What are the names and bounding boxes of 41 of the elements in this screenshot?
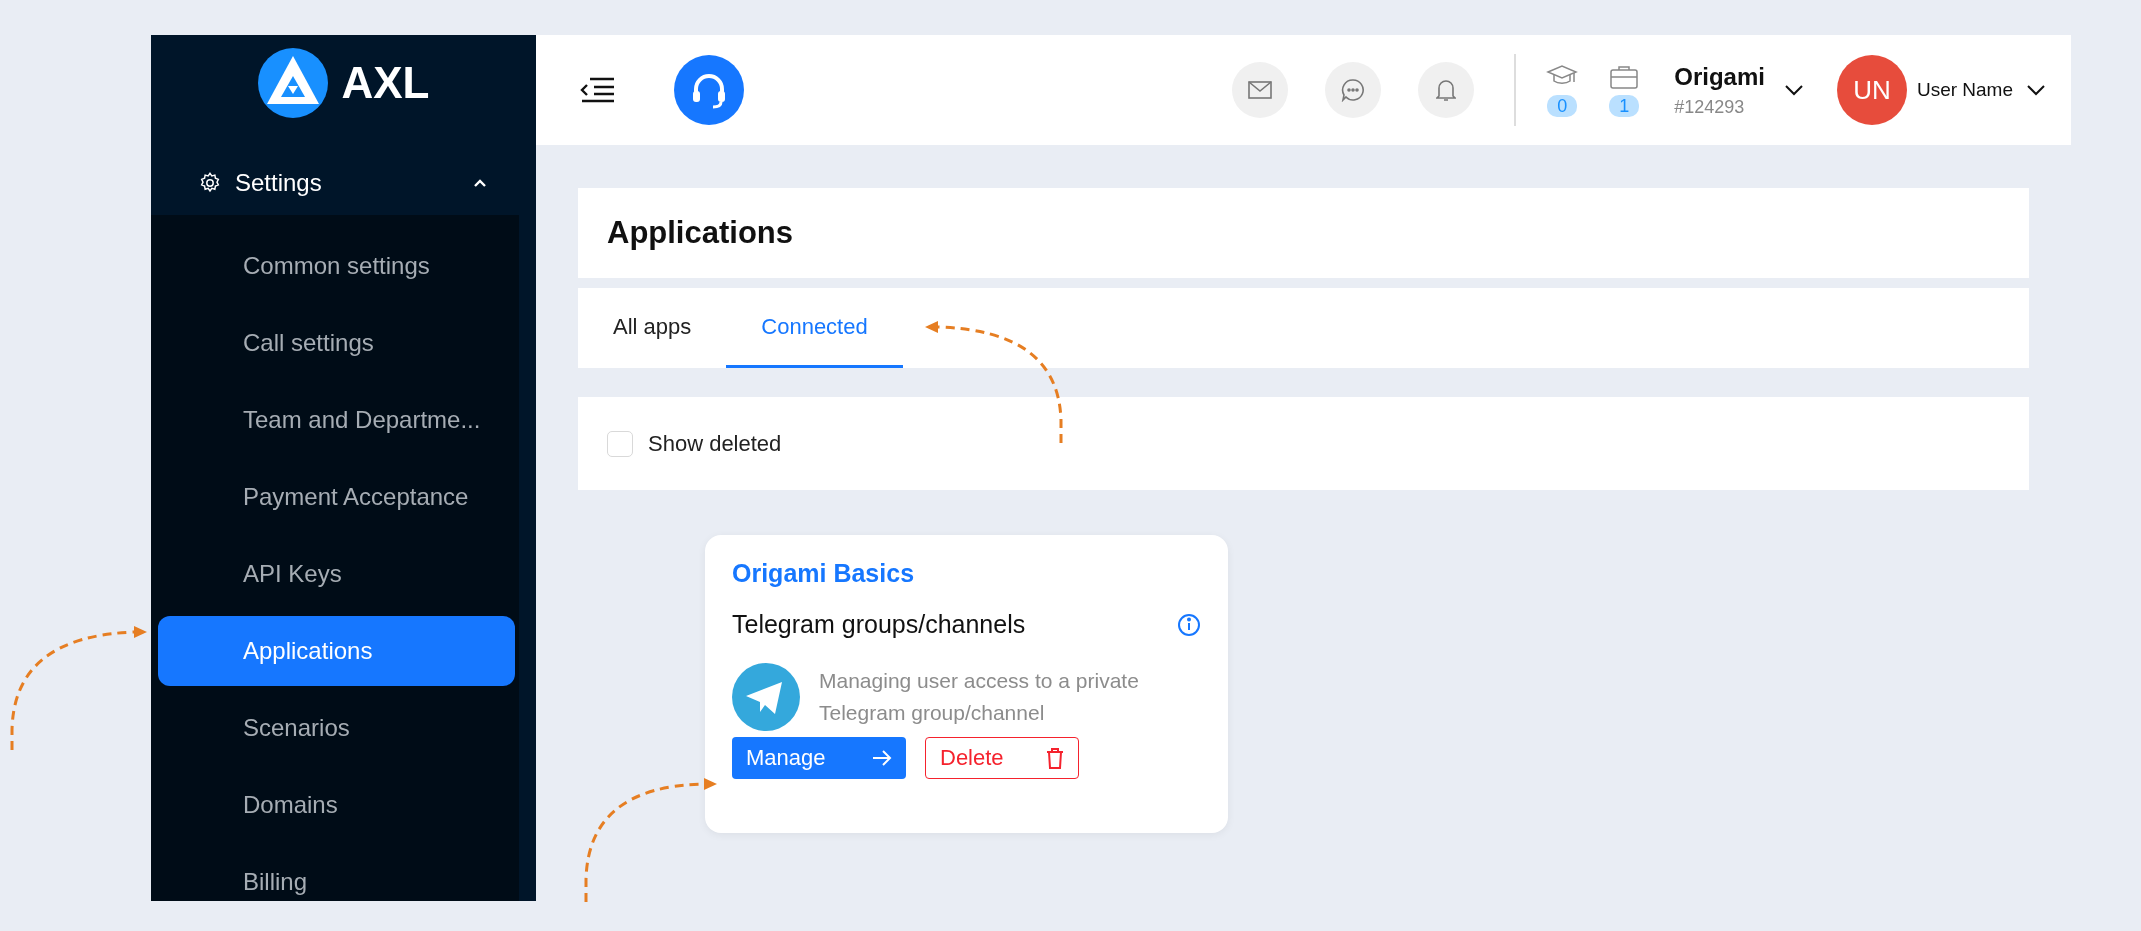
manage-button[interactable]: Manage <box>732 737 906 779</box>
company-name: Origami <box>1674 62 1765 91</box>
logo-text: AXL <box>341 57 430 108</box>
sidebar-item[interactable]: Team and Departme... <box>158 385 515 455</box>
sidebar-item[interactable]: Billing <box>158 847 515 901</box>
mail-icon <box>1248 81 1273 99</box>
count-badge: 1 <box>1609 95 1640 117</box>
delete-button[interactable]: Delete <box>925 737 1079 779</box>
page-title: Applications <box>607 215 793 251</box>
chevron-down-icon[interactable] <box>1784 84 1803 96</box>
trash-icon <box>1046 747 1064 769</box>
logo-icon <box>257 47 328 118</box>
chat-bubble-icon <box>1341 78 1366 102</box>
settings-icon <box>199 171 221 194</box>
settings-menu-header[interactable]: Settings <box>151 150 536 215</box>
headset-icon[interactable] <box>674 55 744 125</box>
briefcase-icon <box>1608 63 1641 91</box>
paper-plane-icon <box>732 663 800 731</box>
sidebar-item[interactable]: Common settings <box>158 231 515 301</box>
user-name[interactable]: User Name <box>1916 79 2013 101</box>
sidebar-item[interactable]: API Keys <box>158 539 515 609</box>
info-icon[interactable] <box>1177 612 1201 637</box>
sidebar-item[interactable]: Applications <box>158 616 515 686</box>
user-avatar[interactable]: UN <box>1836 55 1907 125</box>
app-provider: Origami Basics <box>732 559 916 588</box>
app-description: Managing user access to a private Telegram group/channel <box>819 668 1140 726</box>
tab[interactable]: Connected <box>726 288 903 368</box>
checkbox[interactable] <box>607 430 633 457</box>
tab[interactable]: All apps <box>578 288 727 368</box>
sidebar-item[interactable]: Call settings <box>158 308 515 378</box>
chevron-down-icon[interactable] <box>2027 84 2045 96</box>
checkbox-label[interactable]: Show deleted <box>648 430 782 457</box>
count-badge: 0 <box>1547 95 1578 117</box>
arrow-right-icon <box>872 749 892 767</box>
sidebar-item[interactable]: Scenarios <box>158 693 515 763</box>
bell-icon <box>1436 78 1457 102</box>
sidebar-item[interactable]: Payment Acceptance <box>158 462 515 532</box>
app-name: Telegram groups/channels <box>732 610 1026 639</box>
company-id: #124293 <box>1674 96 1746 118</box>
menu-collapse-icon[interactable] <box>580 77 614 103</box>
sidebar-item[interactable]: Domains <box>158 770 515 840</box>
